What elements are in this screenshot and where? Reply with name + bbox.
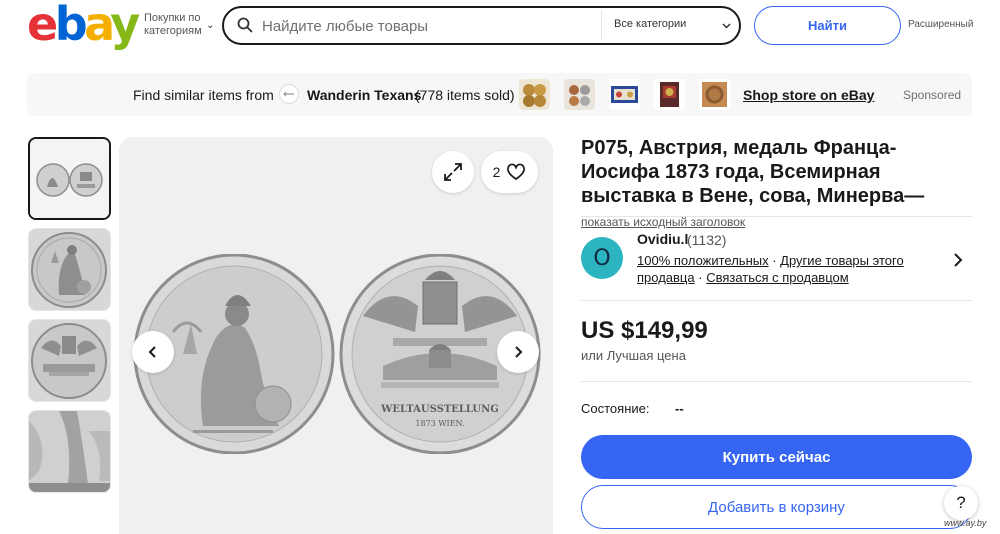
medal-photo: WELTAUSSTELLUNG 1873 WIEN.	[133, 254, 541, 454]
store-name-link[interactable]: Wanderin Texans	[307, 87, 421, 103]
shop-by-category-label: Покупки по категориям	[144, 12, 202, 37]
chevron-right-icon	[515, 346, 523, 358]
chevron-right-icon[interactable]	[952, 252, 964, 268]
heart-icon	[507, 163, 526, 181]
chevron-down-icon	[722, 23, 731, 29]
main-product-image[interactable]: WELTAUSSTELLUNG 1873 WIEN.	[119, 137, 553, 534]
expand-icon	[444, 163, 462, 181]
seller-feedback-count[interactable]: (1132)	[687, 232, 726, 248]
sponsored-label: Sponsored	[903, 88, 962, 102]
listing-title-text: P075, Австрия, медаль Франца-Иосифа 1873…	[581, 137, 925, 207]
logo-letter-e: e	[27, 0, 58, 51]
seller-info-links: 100% положительных · Другие товары этого…	[637, 253, 904, 285]
medal-reverse-image	[29, 320, 110, 401]
logo-letter-a: a	[84, 0, 114, 51]
watchlist-button[interactable]: 2	[481, 151, 538, 193]
divider	[581, 300, 972, 301]
add-to-cart-button[interactable]: Добавить в корзину	[581, 485, 972, 529]
seller-avatar[interactable]: O	[581, 237, 623, 279]
search-icon	[237, 17, 253, 33]
logo-letter-b: b	[54, 0, 88, 51]
gallery-thumbnail-3[interactable]	[28, 319, 111, 402]
shop-store-link[interactable]: Shop store on eBay	[743, 87, 874, 103]
shop-by-category-button[interactable]: Покупки по категориям ⌄	[144, 12, 214, 38]
next-image-button[interactable]	[497, 331, 539, 373]
store-item-thumbnail[interactable]	[564, 79, 595, 110]
search-bar: Все категории	[222, 6, 741, 45]
medal-pair-image	[30, 139, 109, 218]
chevron-down-icon: ⌄	[206, 20, 215, 31]
best-offer-label: или Лучшая цена	[581, 348, 686, 363]
search-divider	[601, 10, 602, 41]
positive-feedback-link[interactable]: 100% положительных	[637, 253, 769, 268]
store-logo-icon[interactable]	[279, 84, 299, 104]
search-input[interactable]	[262, 14, 592, 38]
show-original-title-link[interactable]: показать исходный заголовок	[581, 215, 745, 229]
ebay-logo[interactable]: ebay	[27, 1, 140, 47]
expand-image-button[interactable]	[432, 151, 474, 193]
gallery-thumbnail-4[interactable]	[28, 410, 111, 493]
gallery-thumbnail-1[interactable]	[28, 137, 111, 220]
gallery-thumbnail-2[interactable]	[28, 228, 111, 311]
medal-detail-image	[29, 411, 110, 492]
seller-name-link[interactable]: Ovidiu.l	[637, 231, 688, 247]
svg-text:WELTAUSSTELLUNG: WELTAUSSTELLUNG	[380, 404, 499, 415]
contact-seller-link[interactable]: Связаться с продавцом	[706, 270, 849, 285]
divider	[581, 216, 972, 217]
search-button[interactable]: Найти	[754, 6, 901, 45]
svg-text:1873 WIEN.: 1873 WIEN.	[415, 419, 464, 428]
previous-image-button[interactable]	[132, 331, 174, 373]
advanced-search-link[interactable]: Расширенный	[908, 19, 973, 30]
logo-letter-y: y	[110, 0, 140, 51]
condition-label: Состояние:	[581, 401, 650, 416]
condition-value: --	[675, 401, 684, 416]
store-item-thumbnail[interactable]	[654, 79, 685, 110]
listing-title: P075, Австрия, медаль Франца-Иосифа 1873…	[581, 136, 973, 234]
help-button[interactable]: ?	[944, 486, 978, 520]
find-similar-label: Find similar items from	[133, 87, 274, 103]
item-price: US $149,99	[581, 317, 708, 344]
buy-now-button[interactable]: Купить сейчас	[581, 435, 972, 479]
items-sold-count: (778 items sold)	[415, 87, 515, 103]
store-item-thumbnail[interactable]	[699, 79, 730, 110]
watch-count: 2	[492, 164, 501, 180]
watermark: www.ay.by	[944, 518, 987, 528]
chevron-left-icon	[148, 346, 156, 358]
medal-obverse-image	[29, 229, 110, 310]
sponsored-store-banner: Find similar items from Wanderin Texans …	[27, 73, 972, 116]
store-item-thumbnail[interactable]	[519, 79, 550, 110]
divider	[581, 381, 972, 382]
category-select[interactable]: Все категории	[614, 18, 686, 30]
store-item-thumbnail[interactable]	[609, 79, 640, 110]
